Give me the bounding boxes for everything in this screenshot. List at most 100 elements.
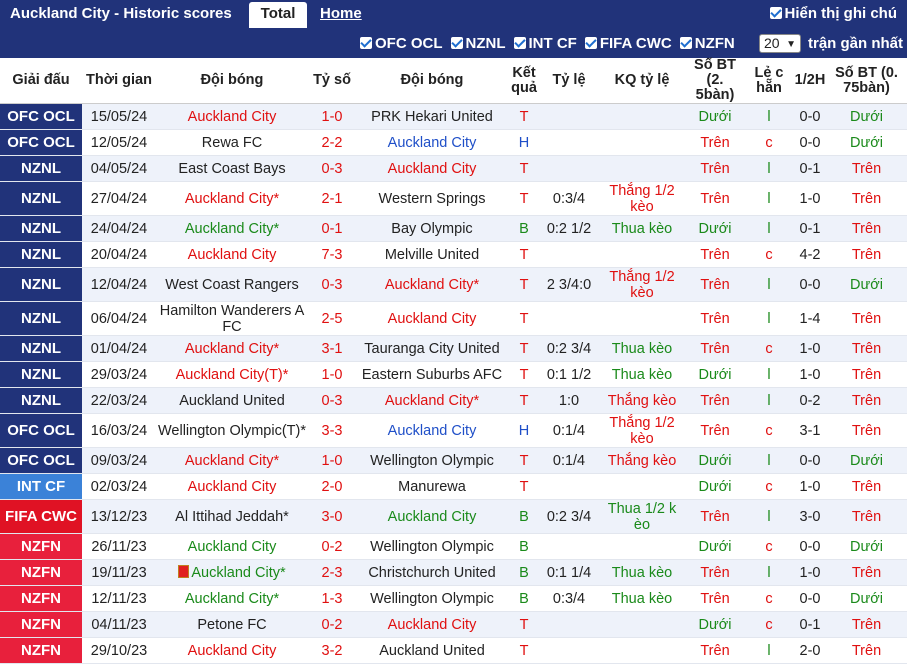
half-time-cell-text: 1-0	[799, 340, 821, 357]
table-row[interactable]: OFC OCL 09/03/24 Auckland City* 1-0 Wellingt…	[0, 447, 907, 474]
tab-home[interactable]: Home	[320, 5, 362, 22]
away-team-cell[interactable]: Auckland United	[356, 637, 508, 664]
checkbox-icon[interactable]	[450, 37, 463, 49]
league-cell-text: NZNL	[21, 339, 61, 357]
away-team-cell[interactable]: PRK Hekari United	[356, 103, 508, 130]
filter-fifa-cwc[interactable]: FIFA CWC	[584, 35, 672, 52]
away-team-cell[interactable]: Auckland City	[356, 301, 508, 336]
over-under-075-cell-text: Trên	[851, 642, 882, 659]
table-row[interactable]: NZFN 04/11/23 Petone FC 0-2 Auckland City T Dư…	[0, 611, 907, 638]
table-row[interactable]: NZNL 24/04/24 Auckland City* 0-1 Bay Olympic…	[0, 215, 907, 242]
away-team-cell[interactable]: Bay Olympic	[356, 215, 508, 242]
away-team-cell[interactable]: Auckland City	[356, 413, 508, 448]
table-row[interactable]: INT CF 02/03/24 Auckland City 2-0 Manurewa T D…	[0, 473, 907, 500]
filter-nzfn[interactable]: NZFN	[679, 35, 735, 52]
score-cell: 3-1	[308, 335, 356, 362]
checkbox-icon[interactable]	[769, 7, 782, 19]
table-row[interactable]: NZNL 04/05/24 East Coast Bays 0-3 Auckland C…	[0, 155, 907, 182]
odds-result-cell-text: Thua kèo	[611, 220, 673, 237]
table-row[interactable]: NZFN 26/11/23 Auckland City 0-2 Wellington O…	[0, 533, 907, 560]
over-under-25-cell: Dưới	[686, 361, 744, 388]
table-row[interactable]: OFC OCL 15/05/24 Auckland City 1-0 PRK Hekar…	[0, 103, 907, 130]
away-team-cell[interactable]: Auckland City	[356, 155, 508, 182]
table-row[interactable]: OFC OCL 12/05/24 Rewa FC 2-2 Auckland City H T…	[0, 129, 907, 156]
home-team-cell[interactable]: Rewa FC	[156, 129, 308, 156]
away-team-cell[interactable]: Eastern Suburbs AFC	[356, 361, 508, 388]
away-team-cell[interactable]: Christchurch United	[356, 559, 508, 586]
filter-ofc-ocl[interactable]: OFC OCL	[360, 35, 443, 52]
home-team-cell[interactable]: Al Ittihad Jeddah*	[156, 499, 308, 534]
away-team-cell-text: Wellington Olympic	[370, 590, 494, 607]
odds-cell-text: 0:1/4	[552, 452, 586, 469]
half-time-cell: 0-0	[794, 585, 826, 612]
filter-int-cf[interactable]: INT CF	[513, 35, 577, 52]
odd-even-cell: c	[744, 413, 794, 448]
away-team-cell[interactable]: Western Springs	[356, 181, 508, 216]
match-count-select[interactable]: 20 ▼	[759, 34, 801, 53]
half-time-cell: 0-0	[794, 533, 826, 560]
away-team-cell[interactable]: Wellington Olympic	[356, 533, 508, 560]
away-team-cell[interactable]: Wellington Olympic	[356, 585, 508, 612]
checkbox-icon[interactable]	[360, 37, 372, 49]
table-row[interactable]: OFC OCL 16/03/24 Wellington Olympic(T)* 3-3…	[0, 413, 907, 448]
table-row[interactable]: NZFN 19/11/23 Auckland City* 2-3 Christchurc…	[0, 559, 907, 586]
home-team-cell[interactable]: Auckland City	[156, 473, 308, 500]
filter-label: OFC OCL	[375, 35, 443, 52]
home-team-cell[interactable]: Auckland City*	[156, 335, 308, 362]
half-time-cell-text: 4-2	[799, 246, 821, 263]
home-team-cell[interactable]: Auckland City*	[156, 215, 308, 242]
checkbox-icon[interactable]	[584, 37, 597, 49]
checkbox-icon[interactable]	[513, 37, 526, 49]
half-time-cell: 1-0	[794, 335, 826, 362]
score-cell-text: 1-0	[321, 108, 343, 125]
home-team-cell[interactable]: East Coast Bays	[156, 155, 308, 182]
filter-nznl[interactable]: NZNL	[450, 35, 506, 52]
league-cell-text: FIFA CWC	[5, 507, 77, 525]
away-team-cell[interactable]: Wellington Olympic	[356, 447, 508, 474]
over-under-075-cell-text: Trên	[851, 246, 882, 263]
table-row[interactable]: NZFN 12/11/23 Auckland City* 1-3 Wellington …	[0, 585, 907, 612]
away-team-cell[interactable]: Auckland City*	[356, 387, 508, 414]
show-notes-toggle[interactable]: Hiển thị ghi chú	[769, 5, 897, 22]
table-row[interactable]: NZNL 01/04/24 Auckland City* 3-1 Tauranga Ci…	[0, 335, 907, 362]
home-team-cell[interactable]: Auckland City*	[156, 447, 308, 474]
home-team-cell[interactable]: Petone FC	[156, 611, 308, 638]
table-row[interactable]: NZNL 27/04/24 Auckland City* 2-1 Western Spr…	[0, 181, 907, 216]
over-under-075-cell-text: Trên	[851, 508, 882, 525]
table-row[interactable]: FIFA CWC 13/12/23 Al Ittihad Jeddah* 3-0 Auc…	[0, 499, 907, 534]
away-team-cell[interactable]: Manurewa	[356, 473, 508, 500]
odds-cell: 0:2 3/4	[540, 335, 598, 362]
home-team-cell[interactable]: Auckland City	[156, 241, 308, 268]
table-row[interactable]: NZNL 06/04/24 Hamilton Wanderers A FC 2-5 Au…	[0, 301, 907, 336]
over-under-25-cell: Trên	[686, 301, 744, 336]
away-team-cell[interactable]: Auckland City	[356, 611, 508, 638]
away-team-cell[interactable]: Auckland City*	[356, 267, 508, 302]
home-team-cell[interactable]: Auckland City	[156, 637, 308, 664]
table-row[interactable]: NZNL 29/03/24 Auckland City(T)* 1-0 Eastern …	[0, 361, 907, 388]
tab-total[interactable]: Total	[249, 2, 307, 28]
odds-cell	[540, 155, 598, 182]
home-team-cell[interactable]: Auckland City	[156, 103, 308, 130]
over-under-25-cell-text: Trên	[700, 590, 730, 607]
table-row[interactable]: NZFN 29/10/23 Auckland City 3-2 Auckland Uni…	[0, 637, 907, 664]
checkbox-icon[interactable]	[679, 37, 692, 49]
home-team-cell[interactable]: Auckland United	[156, 387, 308, 414]
home-team-cell[interactable]: Auckland City*	[156, 559, 308, 586]
home-team-cell[interactable]: Auckland City	[156, 533, 308, 560]
away-team-cell[interactable]: Melville United	[356, 241, 508, 268]
home-team-cell[interactable]: Wellington Olympic(T)*	[156, 413, 308, 448]
home-team-cell[interactable]: West Coast Rangers	[156, 267, 308, 302]
over-under-075-cell-text: Trên	[851, 392, 882, 409]
home-team-cell[interactable]: Auckland City*	[156, 181, 308, 216]
half-time-cell-text: 0-1	[799, 220, 821, 237]
home-team-cell[interactable]: Hamilton Wanderers A FC	[156, 301, 308, 336]
home-team-cell[interactable]: Auckland City*	[156, 585, 308, 612]
half-time-cell-text: 1-0	[799, 478, 821, 495]
away-team-cell[interactable]: Auckland City	[356, 499, 508, 534]
home-team-cell[interactable]: Auckland City(T)*	[156, 361, 308, 388]
table-row[interactable]: NZNL 12/04/24 West Coast Rangers 0-3 Aucklan…	[0, 267, 907, 302]
table-row[interactable]: NZNL 22/03/24 Auckland United 0-3 Auckland C…	[0, 387, 907, 414]
away-team-cell[interactable]: Tauranga City United	[356, 335, 508, 362]
table-row[interactable]: NZNL 20/04/24 Auckland City 7-3 Melville Uni…	[0, 241, 907, 268]
away-team-cell[interactable]: Auckland City	[356, 129, 508, 156]
